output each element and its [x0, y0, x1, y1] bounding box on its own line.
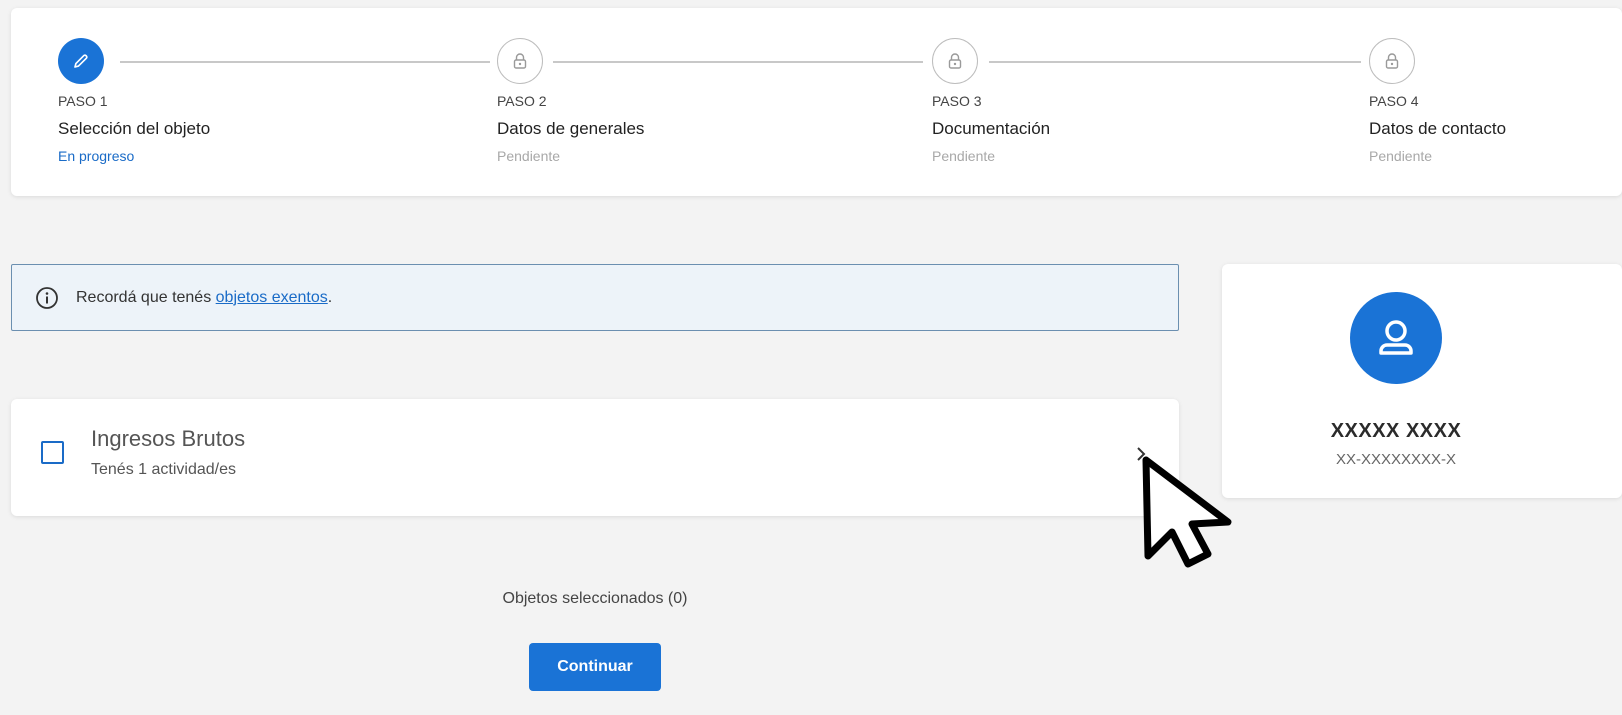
step-number: PASO 2: [497, 93, 547, 109]
step-title: Datos de contacto: [1369, 119, 1507, 138]
step-title: Datos de generales: [497, 119, 645, 138]
continue-button[interactable]: Continuar: [529, 643, 661, 691]
object-checkbox[interactable]: [41, 441, 64, 464]
step-number: PASO 3: [932, 93, 982, 109]
pencil-icon: [58, 38, 104, 84]
selected-objects-count: Objetos seleccionados (0): [502, 590, 688, 607]
object-card-ingresos-brutos[interactable]: Ingresos Brutos Tenés 1 actividad/es: [11, 399, 1179, 516]
step-title: Selección del objeto: [58, 119, 211, 138]
user-name: XXXXX XXXX: [1330, 420, 1462, 442]
object-title: Ingresos Brutos: [91, 426, 246, 451]
banner-suffix: .: [327, 288, 333, 306]
step-status: En progreso: [58, 148, 135, 164]
user-icon: [1350, 292, 1442, 384]
stepper: PASO 1 Selección del objeto En progreso …: [11, 8, 1622, 196]
step-connector: [120, 61, 490, 63]
exempt-objects-link[interactable]: objetos exentos: [216, 289, 328, 307]
step-number: PASO 1: [58, 93, 108, 109]
step-status: Pendiente: [1369, 148, 1433, 164]
lock-icon: [932, 38, 978, 84]
lock-icon: [497, 38, 543, 84]
step-title: Documentación: [932, 119, 1051, 138]
info-banner: Recordá que tenés objetos exentos .: [11, 264, 1179, 331]
user-card: XXXXX XXXX XX-XXXXXXXX-X: [1222, 264, 1622, 498]
chevron-right-icon[interactable]: [1131, 443, 1151, 465]
step-status: Pendiente: [497, 148, 561, 164]
lock-icon: [1369, 38, 1415, 84]
step-connector: [989, 61, 1361, 63]
info-icon: [34, 285, 60, 311]
step-status: Pendiente: [932, 148, 996, 164]
banner-text: Recordá que tenés: [76, 288, 216, 306]
step-connector: [553, 61, 923, 63]
object-subtitle: Tenés 1 actividad/es: [91, 461, 236, 478]
user-id: XX-XXXXXXXX-X: [1335, 451, 1457, 468]
step-number: PASO 4: [1369, 93, 1419, 109]
